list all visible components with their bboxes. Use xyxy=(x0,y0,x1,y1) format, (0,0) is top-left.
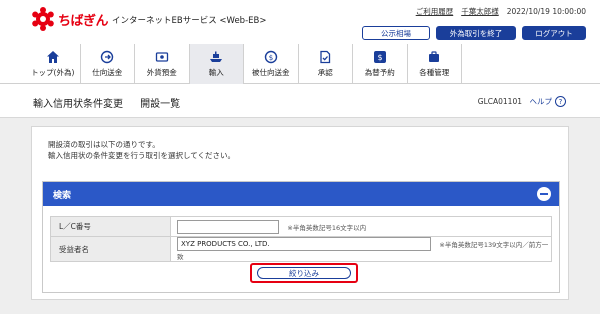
svg-text:$: $ xyxy=(269,54,273,62)
lc-number-input[interactable] xyxy=(177,219,279,234)
nav-item-inbound-remittance[interactable]: $ 被仕向送金 xyxy=(244,44,299,84)
end-fx-button[interactable]: 外為取引を終了 xyxy=(436,26,516,40)
nav-item-management[interactable]: 各種管理 xyxy=(408,44,462,84)
nav-item-deposit[interactable]: 外貨預金 xyxy=(135,44,190,84)
nav-item-label: 被仕向送金 xyxy=(252,68,290,77)
page-title: 輸入信用状条件変更 開設一覧 xyxy=(33,99,181,110)
nav-item-label: 承認 xyxy=(317,68,333,77)
collapse-icon[interactable] xyxy=(537,187,551,201)
approval-icon xyxy=(320,50,331,64)
inbound-remittance-icon: $ xyxy=(264,50,277,64)
beneficiary-input[interactable]: XYZ PRODUCTS CO., LTD. xyxy=(177,237,431,251)
logout-button[interactable]: ログアウト xyxy=(522,26,586,40)
lc-number-hint: ※半角英数記号16文字以内 xyxy=(287,223,367,232)
intro-line-2: 輸入信用状の条件変更を行う取引を選択してください。 xyxy=(48,151,236,160)
header-buttons: 公示相場 外為取引を終了 ログアウト xyxy=(362,26,586,40)
usage-history-link[interactable]: ご利用履歴 xyxy=(416,6,454,17)
global-nav: トップ(外為) 仕向送金 外貨預金 輸入 $ 被仕向送金 承認 $ 為替予約 各… xyxy=(0,44,600,84)
filter-button-highlight: 絞り込み xyxy=(250,263,358,283)
help-icon: ? xyxy=(555,96,566,107)
nav-item-label: 輸入 xyxy=(208,68,224,77)
fx-contract-icon: $ xyxy=(373,51,386,63)
nav-item-label: 外貨預金 xyxy=(146,68,177,77)
logo-mark-icon xyxy=(30,6,56,32)
management-icon xyxy=(429,51,440,62)
public-rates-button[interactable]: 公示相場 xyxy=(362,26,430,40)
header-links: ご利用履歴 千葉太郎様 2022/10/19 10:00:00 xyxy=(416,6,586,17)
help-link[interactable]: ヘルプ ? xyxy=(529,96,566,107)
intro-text: 開設済の取引は以下の通りです。 輸入信用状の条件変更を行う取引を選択してください… xyxy=(48,139,235,161)
nav-item-label: 各種管理 xyxy=(419,68,450,77)
outbound-remittance-icon xyxy=(101,50,114,64)
nav-item-top[interactable]: トップ(外為) xyxy=(26,44,81,84)
nav-item-outbound-remittance[interactable]: 仕向送金 xyxy=(81,44,135,84)
search-header[interactable]: 検索 xyxy=(43,182,559,206)
nav-item-import[interactable]: 輸入 xyxy=(189,44,244,84)
filter-button[interactable]: 絞り込み xyxy=(257,267,351,279)
main-panel: 開設済の取引は以下の通りです。 輸入信用状の条件変更を行う取引を選択してください… xyxy=(31,126,569,300)
login-timestamp: 2022/10/19 10:00:00 xyxy=(506,7,586,16)
user-name-link[interactable]: 千葉太郎様 xyxy=(461,6,499,17)
search-form-table: L／C番号 ※半角英数記号16文字以内 受益者名 XYZ PRODUCTS CO… xyxy=(50,216,552,262)
home-icon xyxy=(46,51,59,63)
nav-item-label: 仕向送金 xyxy=(92,68,123,77)
service-name: インターネットEBサービス <Web-EB> xyxy=(112,16,267,26)
deposit-icon xyxy=(155,52,168,62)
nav-item-label: トップ(外為) xyxy=(31,68,75,77)
logo-text: ちばぎん xyxy=(58,13,109,29)
beneficiary-row: 受益者名 XYZ PRODUCTS CO., LTD. ※半角英数記号139文字… xyxy=(50,236,552,262)
beneficiary-cell: XYZ PRODUCTS CO., LTD. ※半角英数記号139文字以内／前方… xyxy=(170,236,552,262)
lc-number-cell: ※半角英数記号16文字以内 xyxy=(170,216,552,237)
import-ship-icon xyxy=(210,51,223,62)
nav-item-approval[interactable]: 承認 xyxy=(299,44,353,84)
screen-id: GLCA01101 xyxy=(477,97,522,106)
top-header: ちばぎん インターネットEBサービス <Web-EB> ご利用履歴 千葉太郎様 … xyxy=(0,0,600,44)
search-title: 検索 xyxy=(53,190,72,201)
bank-logo: ちばぎん インターネットEBサービス <Web-EB> xyxy=(30,6,266,32)
nav-item-fx-contract[interactable]: $ 為替予約 xyxy=(353,44,408,84)
lc-number-label: L／C番号 xyxy=(50,216,171,237)
search-panel: 検索 L／C番号 ※半角英数記号16文字以内 受益者名 XYZ PRODUCTS… xyxy=(42,181,560,293)
help-label: ヘルプ xyxy=(529,97,553,106)
lc-number-row: L／C番号 ※半角英数記号16文字以内 xyxy=(50,216,552,237)
beneficiary-label: 受益者名 xyxy=(50,236,171,262)
nav-item-label: 為替予約 xyxy=(364,68,395,77)
page-title-bar: 輸入信用状条件変更 開設一覧 GLCA01101 ヘルプ ? xyxy=(0,84,600,118)
svg-text:$: $ xyxy=(377,53,382,62)
intro-line-1: 開設済の取引は以下の通りです。 xyxy=(48,140,160,149)
